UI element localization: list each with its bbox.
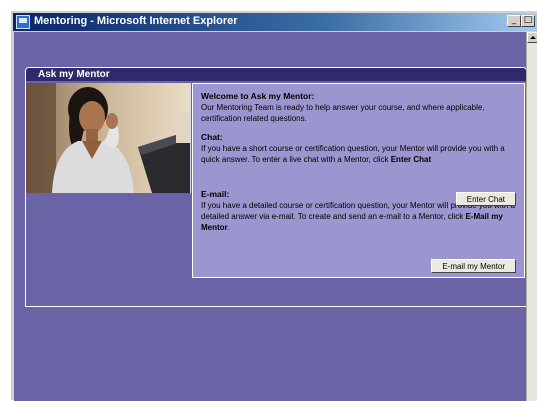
email-text-trailing: . [227, 223, 230, 232]
chat-heading: Chat: [201, 132, 223, 142]
vertical-scrollbar[interactable] [526, 32, 537, 401]
chat-text-body: If you have a short course or certificat… [201, 144, 505, 164]
ask-my-mentor-panel: Ask my Mentor Welcome to Ask my Mentor: … [25, 67, 526, 307]
scroll-up-arrow-icon[interactable] [527, 32, 537, 43]
window-title: Mentoring - Microsoft Internet Explorer [34, 15, 238, 27]
browser-window: Mentoring - Microsoft Internet Explorer … [10, 10, 537, 401]
chat-action-text: Enter Chat [390, 155, 432, 164]
enter-chat-button[interactable]: Enter Chat [455, 192, 516, 206]
chat-text: If you have a short course or certificat… [201, 143, 516, 165]
email-my-mentor-button[interactable]: E-mail my Mentor [431, 259, 516, 273]
panel-header: Ask my Mentor [26, 68, 526, 81]
welcome-text: Our Mentoring Team is ready to help answ… [201, 103, 485, 123]
page-content: Ask my Mentor Welcome to Ask my Mentor: … [14, 32, 526, 401]
info-box: Welcome to Ask my Mentor: Our Mentoring … [192, 83, 525, 278]
welcome-section: Welcome to Ask my Mentor: Our Mentoring … [201, 91, 516, 124]
chat-section: Chat: If you have a short course or cert… [201, 132, 516, 165]
minimize-button[interactable]: _ [507, 15, 521, 27]
maximize-button[interactable]: □ [521, 15, 535, 27]
welcome-heading: Welcome to Ask my Mentor: [201, 91, 315, 101]
internet-explorer-icon [16, 15, 30, 29]
mentor-photo [26, 83, 191, 193]
title-bar[interactable]: Mentoring - Microsoft Internet Explorer … [13, 13, 537, 31]
